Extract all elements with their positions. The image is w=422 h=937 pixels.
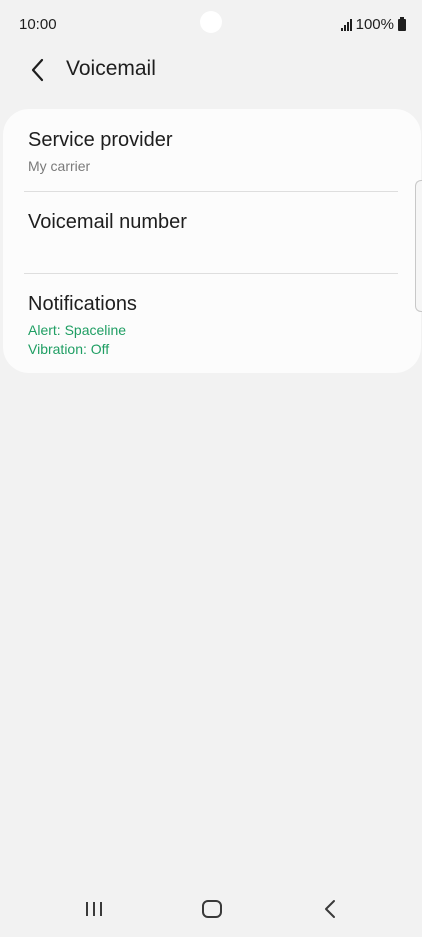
battery-percent: 100%	[355, 16, 394, 33]
battery-icon	[398, 16, 406, 31]
status-indicators: 100%	[340, 16, 406, 33]
service-provider-value: My carrier	[28, 158, 91, 174]
home-icon	[202, 900, 222, 918]
page-title: Voicemail	[66, 57, 156, 80]
voicemail-number-title: Voicemail number	[28, 211, 187, 233]
signal-icon	[340, 18, 352, 31]
camera-cutout	[200, 11, 222, 33]
recents-button[interactable]	[74, 895, 114, 923]
app-bar: Voicemail	[0, 48, 422, 92]
service-provider-title: Service provider	[28, 129, 173, 151]
status-time: 10:00	[19, 16, 57, 33]
notifications-item[interactable]: Notifications Alert: Spaceline Vibration…	[3, 275, 421, 373]
service-provider-item[interactable]: Service provider My carrier	[3, 109, 421, 191]
chevron-left-icon	[31, 58, 44, 82]
back-icon	[325, 900, 335, 918]
notifications-title: Notifications	[28, 293, 137, 315]
notifications-alert: Alert: Spaceline	[28, 322, 127, 338]
scroll-handle[interactable]	[415, 180, 422, 312]
back-button[interactable]	[22, 54, 54, 86]
settings-card: Service provider My carrier Voicemail nu…	[3, 109, 421, 373]
home-button[interactable]	[192, 895, 232, 923]
notifications-vibration: Vibration: Off	[28, 341, 110, 357]
nav-back-button[interactable]	[310, 895, 350, 923]
recents-icon	[86, 902, 102, 916]
status-bar: 10:00 100%	[0, 0, 422, 48]
voicemail-number-item[interactable]: Voicemail number	[3, 192, 421, 274]
divider	[24, 273, 398, 274]
navigation-bar	[0, 881, 422, 937]
